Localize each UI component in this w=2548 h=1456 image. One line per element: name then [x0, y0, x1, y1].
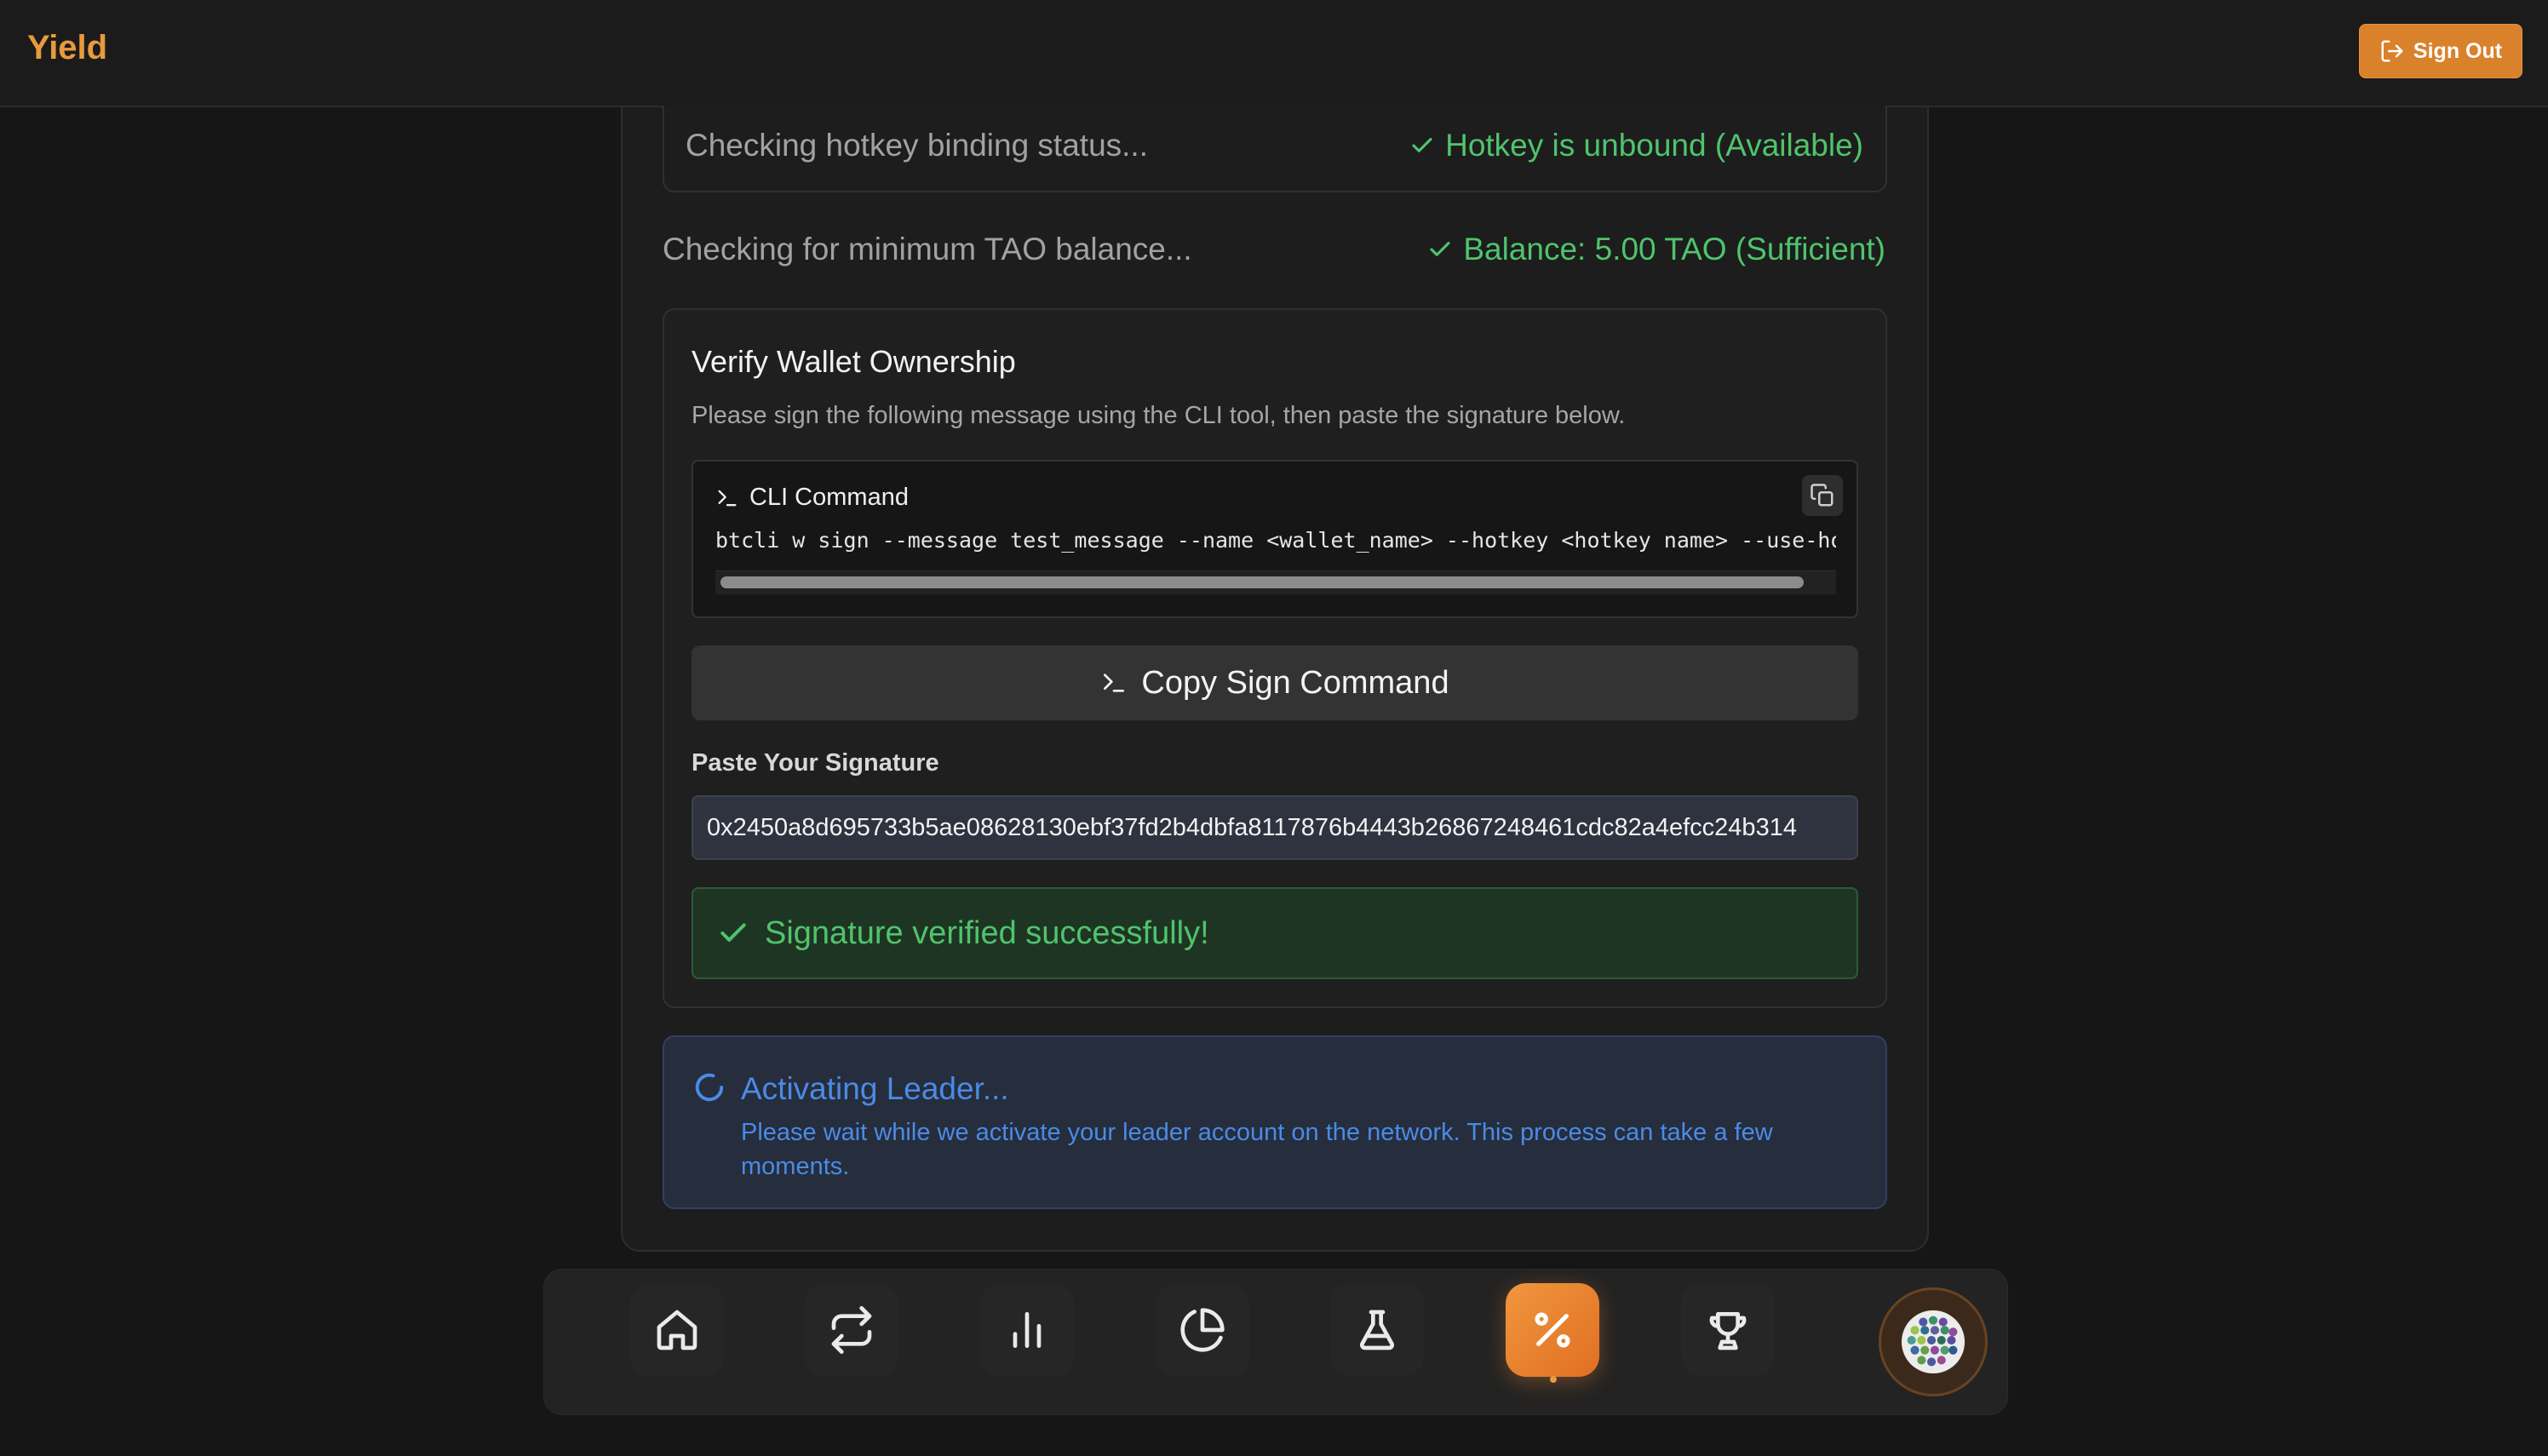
- copy-icon: [1811, 484, 1834, 507]
- copy-cli-button[interactable]: [1802, 475, 1843, 516]
- cli-command-box: CLI Command btcli w sign --message test_…: [692, 460, 1858, 618]
- hotkey-check-label: Checking hotkey binding status...: [686, 128, 1148, 163]
- swap-icon: [831, 1306, 872, 1354]
- pie-chart-icon: [1180, 1308, 1225, 1352]
- check-icon: [1412, 137, 1432, 152]
- hotkey-status-text: Hotkey is unbound (Available): [1445, 128, 1863, 163]
- app-logo[interactable]: Yield: [27, 29, 107, 67]
- cli-title: CLI Command: [749, 484, 909, 511]
- cli-command-text[interactable]: btcli w sign --message test_message --na…: [715, 528, 1836, 553]
- balance-check-status: Balance: 5.00 TAO (Sufficient): [1427, 232, 1885, 267]
- verify-description: Please sign the following message using …: [692, 402, 1626, 429]
- top-header: Yield Sign Out: [0, 0, 2548, 107]
- nav-leaderboard[interactable]: [1681, 1283, 1775, 1377]
- signature-success-text: Signature verified successfully!: [765, 914, 1209, 951]
- activating-title: Activating Leader...: [741, 1071, 1009, 1106]
- activating-leader-panel: Activating Leader... Please wait while w…: [663, 1035, 1887, 1209]
- cli-scrollbar[interactable]: [715, 570, 1836, 594]
- signature-success-alert: Signature verified successfully!: [692, 887, 1858, 979]
- spinner-icon: [695, 1073, 724, 1102]
- nav-home[interactable]: [630, 1283, 724, 1377]
- verify-title: Verify Wallet Ownership: [692, 344, 1016, 379]
- signature-input[interactable]: [692, 795, 1858, 860]
- copy-sign-command-label: Copy Sign Command: [1141, 664, 1449, 701]
- nav-swap[interactable]: [805, 1283, 898, 1377]
- terminal-icon: [718, 490, 737, 506]
- activating-description: Please wait while we activate your leade…: [741, 1119, 1773, 1180]
- trophy-icon: [1709, 1312, 1747, 1350]
- check-icon: [1430, 241, 1450, 256]
- nav-portfolio[interactable]: [1156, 1283, 1249, 1377]
- sign-out-label: Sign Out: [2413, 38, 2503, 63]
- bar-chart-icon: [1013, 1312, 1042, 1348]
- copy-sign-command-button[interactable]: Copy Sign Command: [692, 645, 1858, 720]
- terminal-icon: [1104, 674, 1125, 692]
- percent-icon: [1535, 1312, 1570, 1348]
- home-icon: [657, 1310, 697, 1350]
- signature-label: Paste Your Signature: [692, 749, 939, 777]
- bottom-nav: [543, 1269, 2008, 1415]
- balance-status-text: Balance: 5.00 TAO (Sufficient): [1463, 232, 1885, 267]
- nav-yield[interactable]: [1506, 1283, 1599, 1377]
- check-icon: [720, 923, 746, 942]
- sign-out-icon: [2381, 40, 2403, 62]
- active-indicator-dot: [1550, 1376, 1557, 1383]
- cli-header: CLI Command: [715, 484, 909, 512]
- avatar[interactable]: [1879, 1287, 1988, 1396]
- hotkey-check-status: Hotkey is unbound (Available): [1409, 128, 1863, 163]
- sign-out-button[interactable]: Sign Out: [2359, 24, 2522, 78]
- nav-lab[interactable]: [1330, 1283, 1424, 1377]
- nav-stats[interactable]: [980, 1283, 1074, 1377]
- flask-icon: [1359, 1310, 1395, 1350]
- balance-check-label: Checking for minimum TAO balance...: [663, 232, 1192, 267]
- avatar-pattern-icon: [1901, 1310, 1966, 1374]
- cli-scrollbar-thumb[interactable]: [720, 576, 1804, 588]
